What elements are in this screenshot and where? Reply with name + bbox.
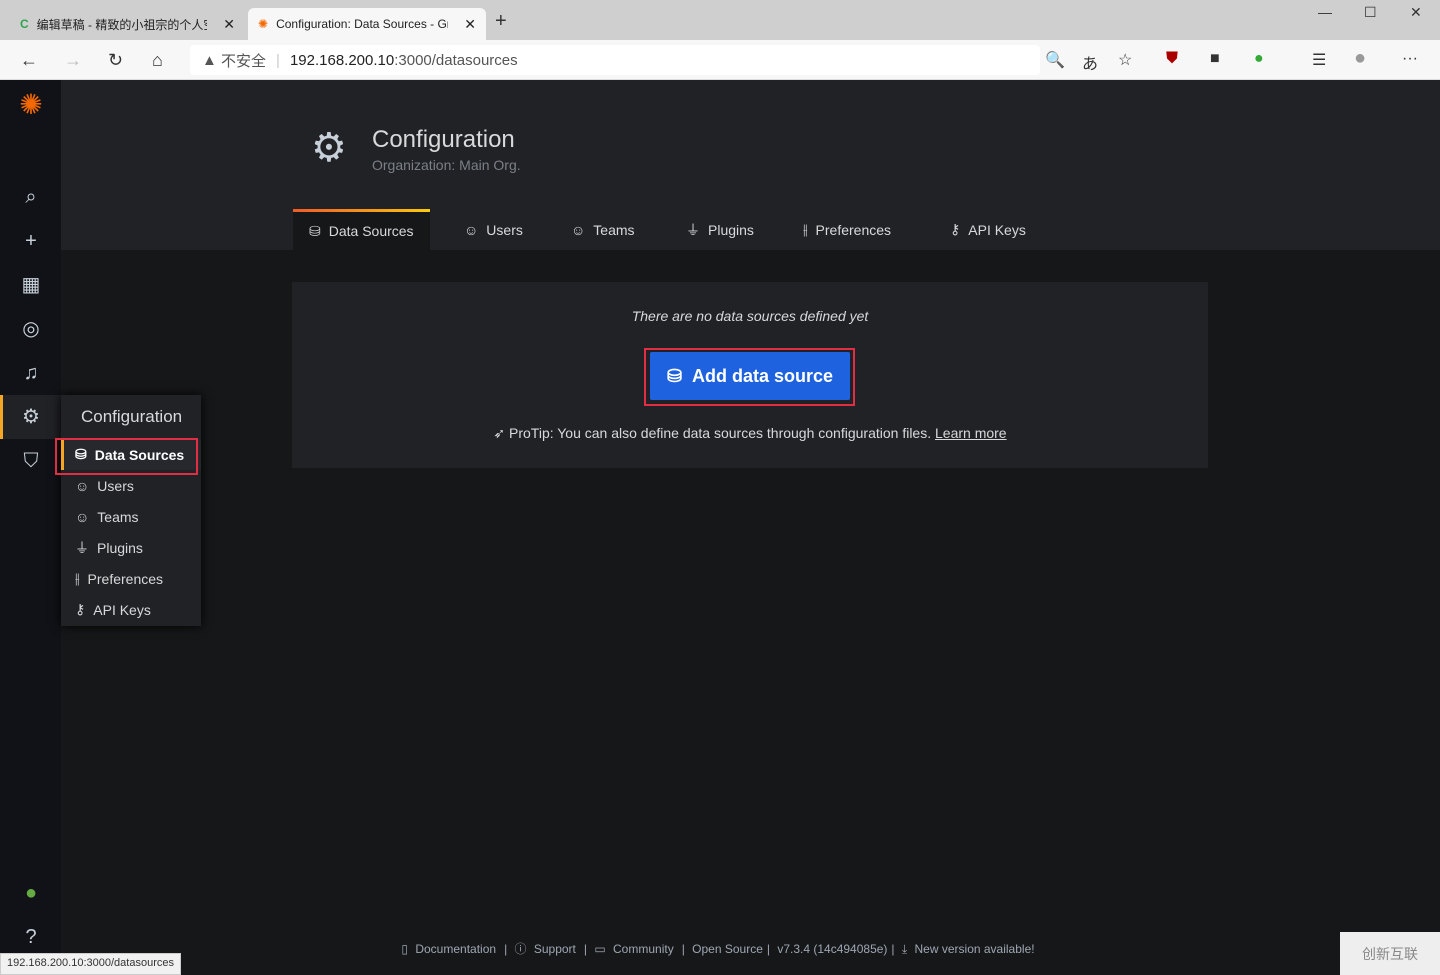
url-input[interactable]: ▲ 不安全 | 192.168.200.10:3000/datasources (190, 45, 1040, 75)
warning-icon: ▲ (202, 51, 222, 69)
favorites-list-icon[interactable]: ☰ (1312, 50, 1326, 70)
new-version-link[interactable]: ⤓ New version available! (902, 942, 1039, 956)
users-icon: ☺ (571, 221, 586, 238)
learn-more-link[interactable]: Learn more (935, 425, 1007, 441)
highlight-box (55, 438, 198, 475)
empty-list-panel: There are no data sources defined yet ⛁ A… (292, 282, 1208, 468)
plug-icon: ⏚ (75, 539, 89, 556)
add-data-source-button[interactable]: ⛁ Add data source (650, 352, 850, 400)
maximize-button[interactable]: ☐ (1364, 4, 1377, 21)
plug-icon: ⏚ (686, 221, 700, 238)
minimize-button[interactable]: — (1318, 4, 1332, 20)
menu-item-preferences[interactable]: ⫲ Preferences (61, 563, 201, 594)
status-bar-url: 192.168.200.10:3000/datasources (0, 953, 181, 975)
empty-message: There are no data sources defined yet (631, 308, 869, 324)
key-icon: ⚷ (950, 221, 961, 237)
ublock-icon[interactable]: ⛊ (1166, 50, 1178, 68)
search-icon[interactable]: ⌕ (18, 184, 44, 210)
close-window-button[interactable]: ✕ (1410, 4, 1422, 21)
sidebar: ✺ ⌕ + ▦ ◎ ♫ ⚙ ⛉ ● ? (0, 80, 61, 975)
user-icon: ☺ (75, 477, 90, 494)
tab-data-sources[interactable]: ⛁ Data Sources (293, 209, 430, 250)
translate-icon[interactable]: あ (1082, 50, 1098, 74)
download-manager-icon[interactable]: ● (1254, 50, 1264, 68)
explore-icon[interactable]: ◎ (18, 316, 44, 342)
profile-icon[interactable]: ● (1354, 47, 1366, 70)
more-icon[interactable]: ··· (1402, 50, 1418, 68)
gear-icon: ⚙ (311, 126, 347, 170)
plus-icon[interactable]: + (18, 228, 44, 254)
avatar[interactable]: ● (18, 880, 44, 906)
key-icon[interactable]: 🔍 (1045, 50, 1065, 70)
page-subtitle: Organization: Main Org. (372, 157, 521, 173)
community-link[interactable]: ▭ Community (594, 942, 677, 956)
extension-icon[interactable]: ■ (1210, 50, 1220, 68)
tab-api-keys[interactable]: ⚷ API Keys (934, 209, 1042, 250)
menu-item-teams[interactable]: ☺ Teams (61, 501, 201, 532)
sliders-icon: ⫲ (803, 221, 808, 237)
grafana-icon: ✺ (258, 17, 269, 31)
user-icon: ☺ (464, 221, 479, 238)
menu-item-plugins[interactable]: ⏚ Plugins (61, 532, 201, 563)
support-link[interactable]: ⓘ Support (515, 942, 580, 956)
rocket-icon: ➶ (493, 425, 510, 441)
favorite-icon[interactable]: ☆ (1118, 50, 1132, 70)
documentation-link[interactable]: ▯ Documentation (401, 942, 500, 956)
forward-icon[interactable]: → (64, 50, 82, 71)
watermark-logo: 创新互联 (1340, 932, 1440, 975)
csdn-icon: C (20, 17, 29, 31)
page-title: Configuration (372, 126, 515, 153)
close-tab-icon[interactable]: ✕ (464, 16, 476, 33)
key-icon: ⚷ (75, 601, 86, 617)
browser-tab-active[interactable]: ✺ Configuration: Data Sources - Gr ✕ (248, 8, 486, 40)
address-bar-area: ← → ↻ ⌂ ▲ 不安全 | 192.168.200.10:3000/dataso… (0, 40, 1440, 80)
database-icon: ⛁ (309, 222, 321, 239)
grafana-logo-icon[interactable]: ✺ (18, 91, 44, 119)
menu-item-api-keys[interactable]: ⚷ API Keys (61, 594, 201, 625)
version-label: v7.3.4 (14c494085e) (777, 942, 888, 956)
browser-tab[interactable]: C 编辑草稿 - 精致的小祖宗的个人空 ✕ (10, 8, 245, 40)
sliders-icon: ⫲ (75, 570, 80, 586)
tab-teams[interactable]: ☺ Teams (555, 209, 651, 250)
tab-preferences[interactable]: ⫲ Preferences (787, 209, 907, 250)
tab-plugins[interactable]: ⏚ Plugins (670, 209, 770, 250)
back-icon[interactable]: ← (20, 50, 38, 71)
database-icon: ⛁ (666, 365, 683, 386)
close-tab-icon[interactable]: ✕ (223, 16, 235, 33)
gear-icon[interactable]: ⚙ (18, 404, 44, 430)
alerting-bell-icon[interactable]: ♫ (18, 360, 44, 386)
tab-users[interactable]: ☺ Users (448, 209, 539, 250)
open-source-link[interactable]: Open Source (692, 942, 763, 956)
browser-tab-bar: C 编辑草稿 - 精致的小祖宗的个人空 ✕ ✺ Configuration: Data… (0, 0, 1440, 40)
configuration-submenu: Configuration ⛁ Data Sources ☺ Users ☺ Team… (61, 395, 201, 626)
submenu-title[interactable]: Configuration (61, 395, 201, 439)
home-icon[interactable]: ⌂ (152, 50, 163, 71)
new-tab-button[interactable]: + (495, 10, 507, 33)
users-icon: ☺ (75, 508, 90, 525)
shield-icon[interactable]: ⛉ (18, 448, 44, 474)
footer: ▯ Documentation | ⓘ Support | ▭ Community |… (0, 940, 1440, 957)
protip: ➶ ProTip: You can also define data sourc… (493, 425, 1007, 441)
dashboards-icon[interactable]: ▦ (18, 272, 44, 298)
reload-icon[interactable]: ↻ (108, 50, 123, 71)
